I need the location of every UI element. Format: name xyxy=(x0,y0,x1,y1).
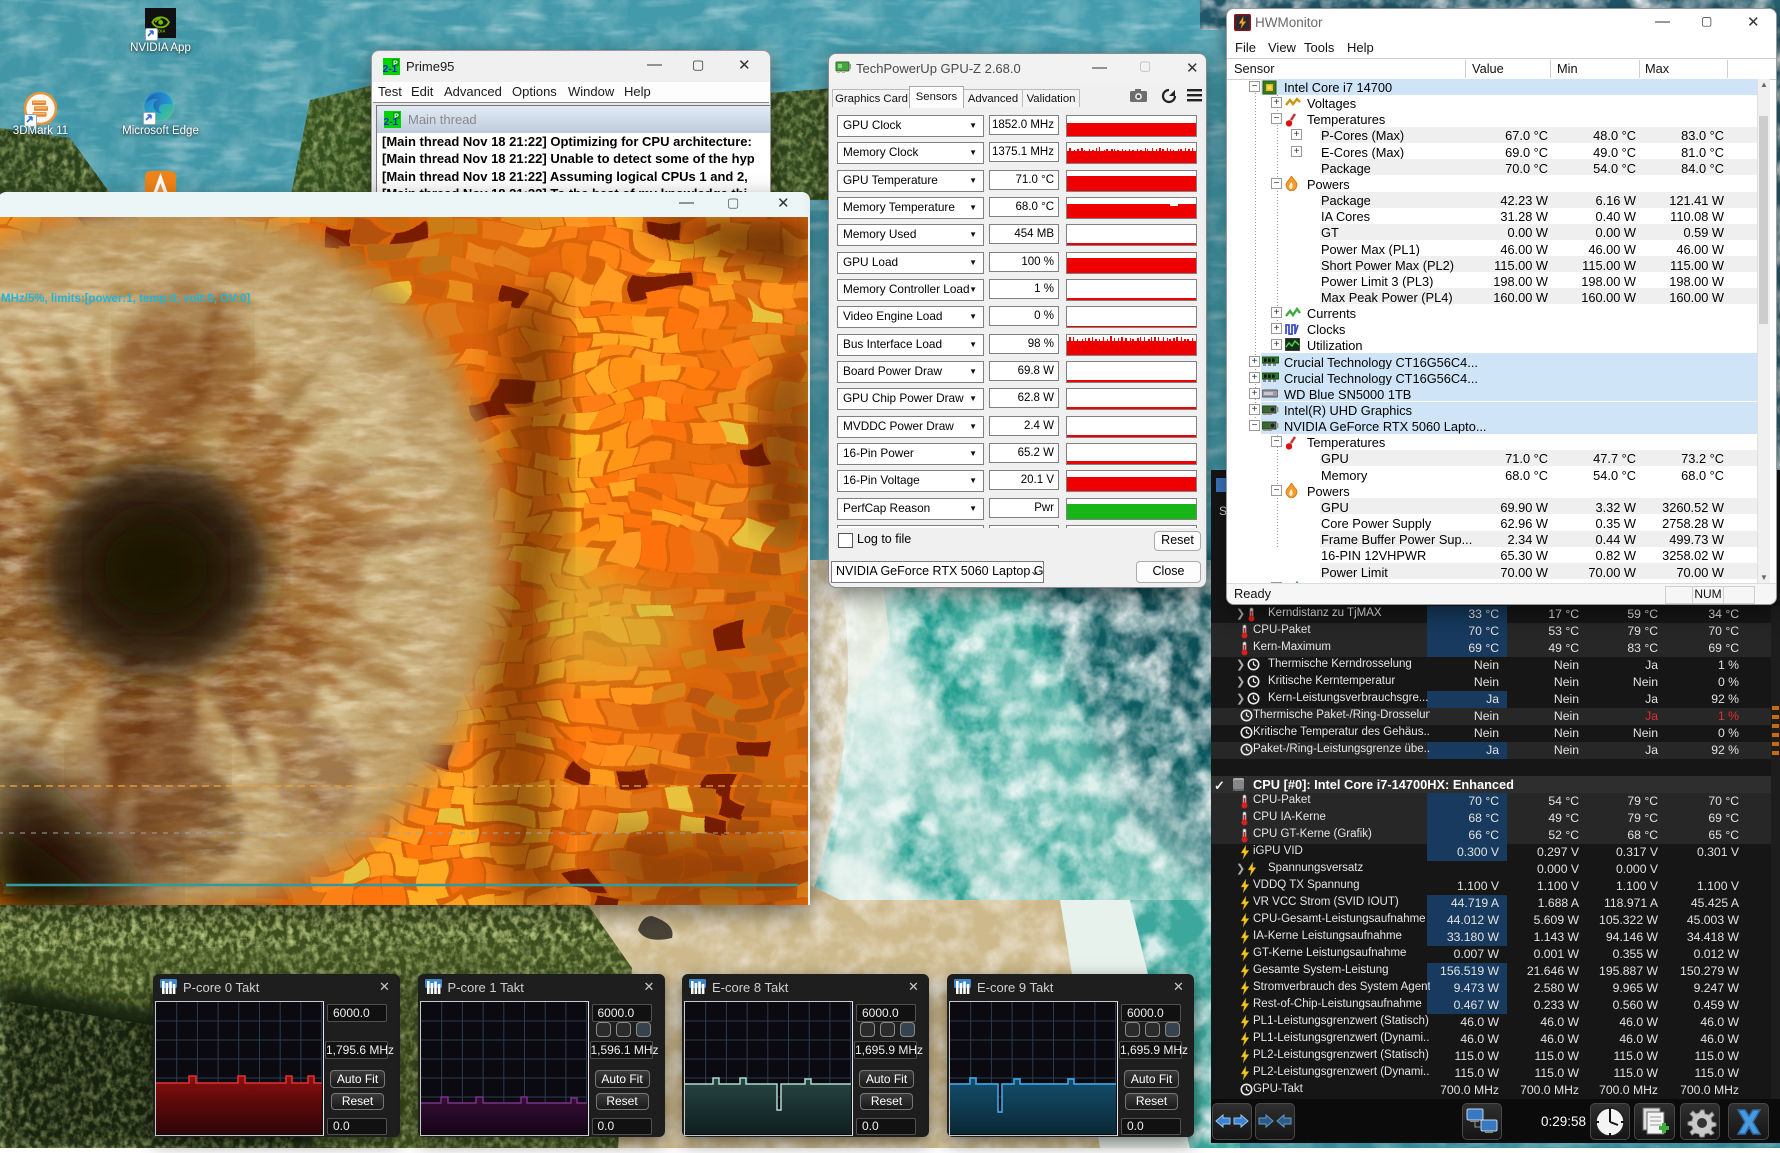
svg-text:2-1: 2-1 xyxy=(383,64,398,75)
svg-text:MHz/5%, limits:[power:1, temp:: MHz/5%, limits:[power:1, temp:0, volt:0,… xyxy=(1,293,250,305)
svg-text:2-1: 2-1 xyxy=(384,117,399,128)
